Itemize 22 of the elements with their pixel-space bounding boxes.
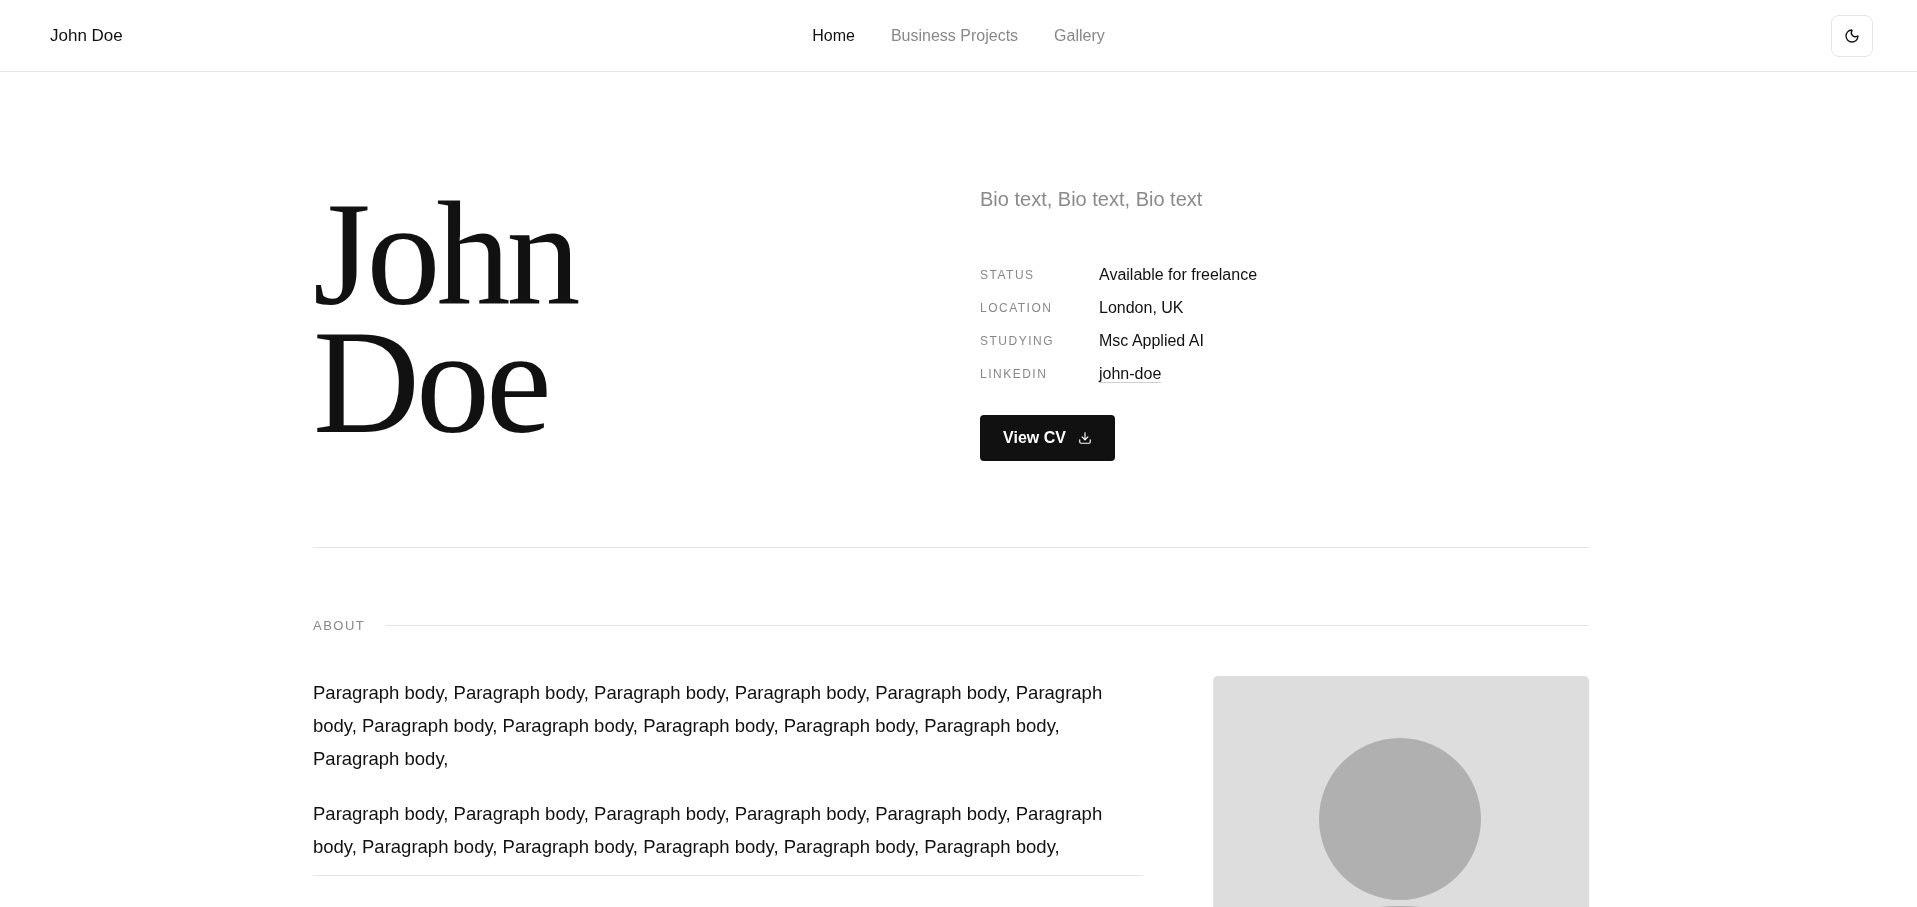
bio-text: Bio text, Bio text, Bio text [980,187,1204,212]
detail-label: STATUS [980,267,1036,284]
view-cv-button[interactable]: View CV [980,415,1115,461]
hero-name: Doe [313,318,548,446]
moon-icon [1844,27,1860,44]
detail-value: Available for freelance [1099,265,1258,285]
nav-link[interactable]: Business Projects [890,23,1019,48]
theme-toggle-button[interactable] [1831,14,1873,57]
linkedin-link[interactable]: john-doe [1099,362,1162,386]
download-icon [1077,431,1092,445]
section-heading: ABOUT [313,617,366,635]
detail-value: London, UK [1099,298,1184,318]
detail-label: STUDYING [980,333,1055,350]
site-logo[interactable]: John Doe [50,22,250,49]
detail-label: LOCATION [980,300,1054,317]
about-paragraph: Paragraph body, Paragraph body, Paragraph body, Paragraph body, Paragraph body, Paragraph body, Paragraph body, Paragraph body, Paragraph body, Paragraph body, Paragraph body, Paragraph body, [313,680,1104,771]
about-paragraph: Paragraph body, Paragraph body, Paragraph body, Paragraph body, Paragraph body, Paragraph body, Paragraph body, Paragraph body, Paragraph body, Paragraph body, Paragraph body, [313,801,1104,859]
detail-label: LINKEDIN [980,366,1049,383]
detail-value: Msc Applied AI [1099,331,1204,351]
nav-link[interactable]: Home [812,23,855,48]
hero-name: John [313,190,577,318]
nav-link[interactable]: Gallery [1054,23,1105,48]
